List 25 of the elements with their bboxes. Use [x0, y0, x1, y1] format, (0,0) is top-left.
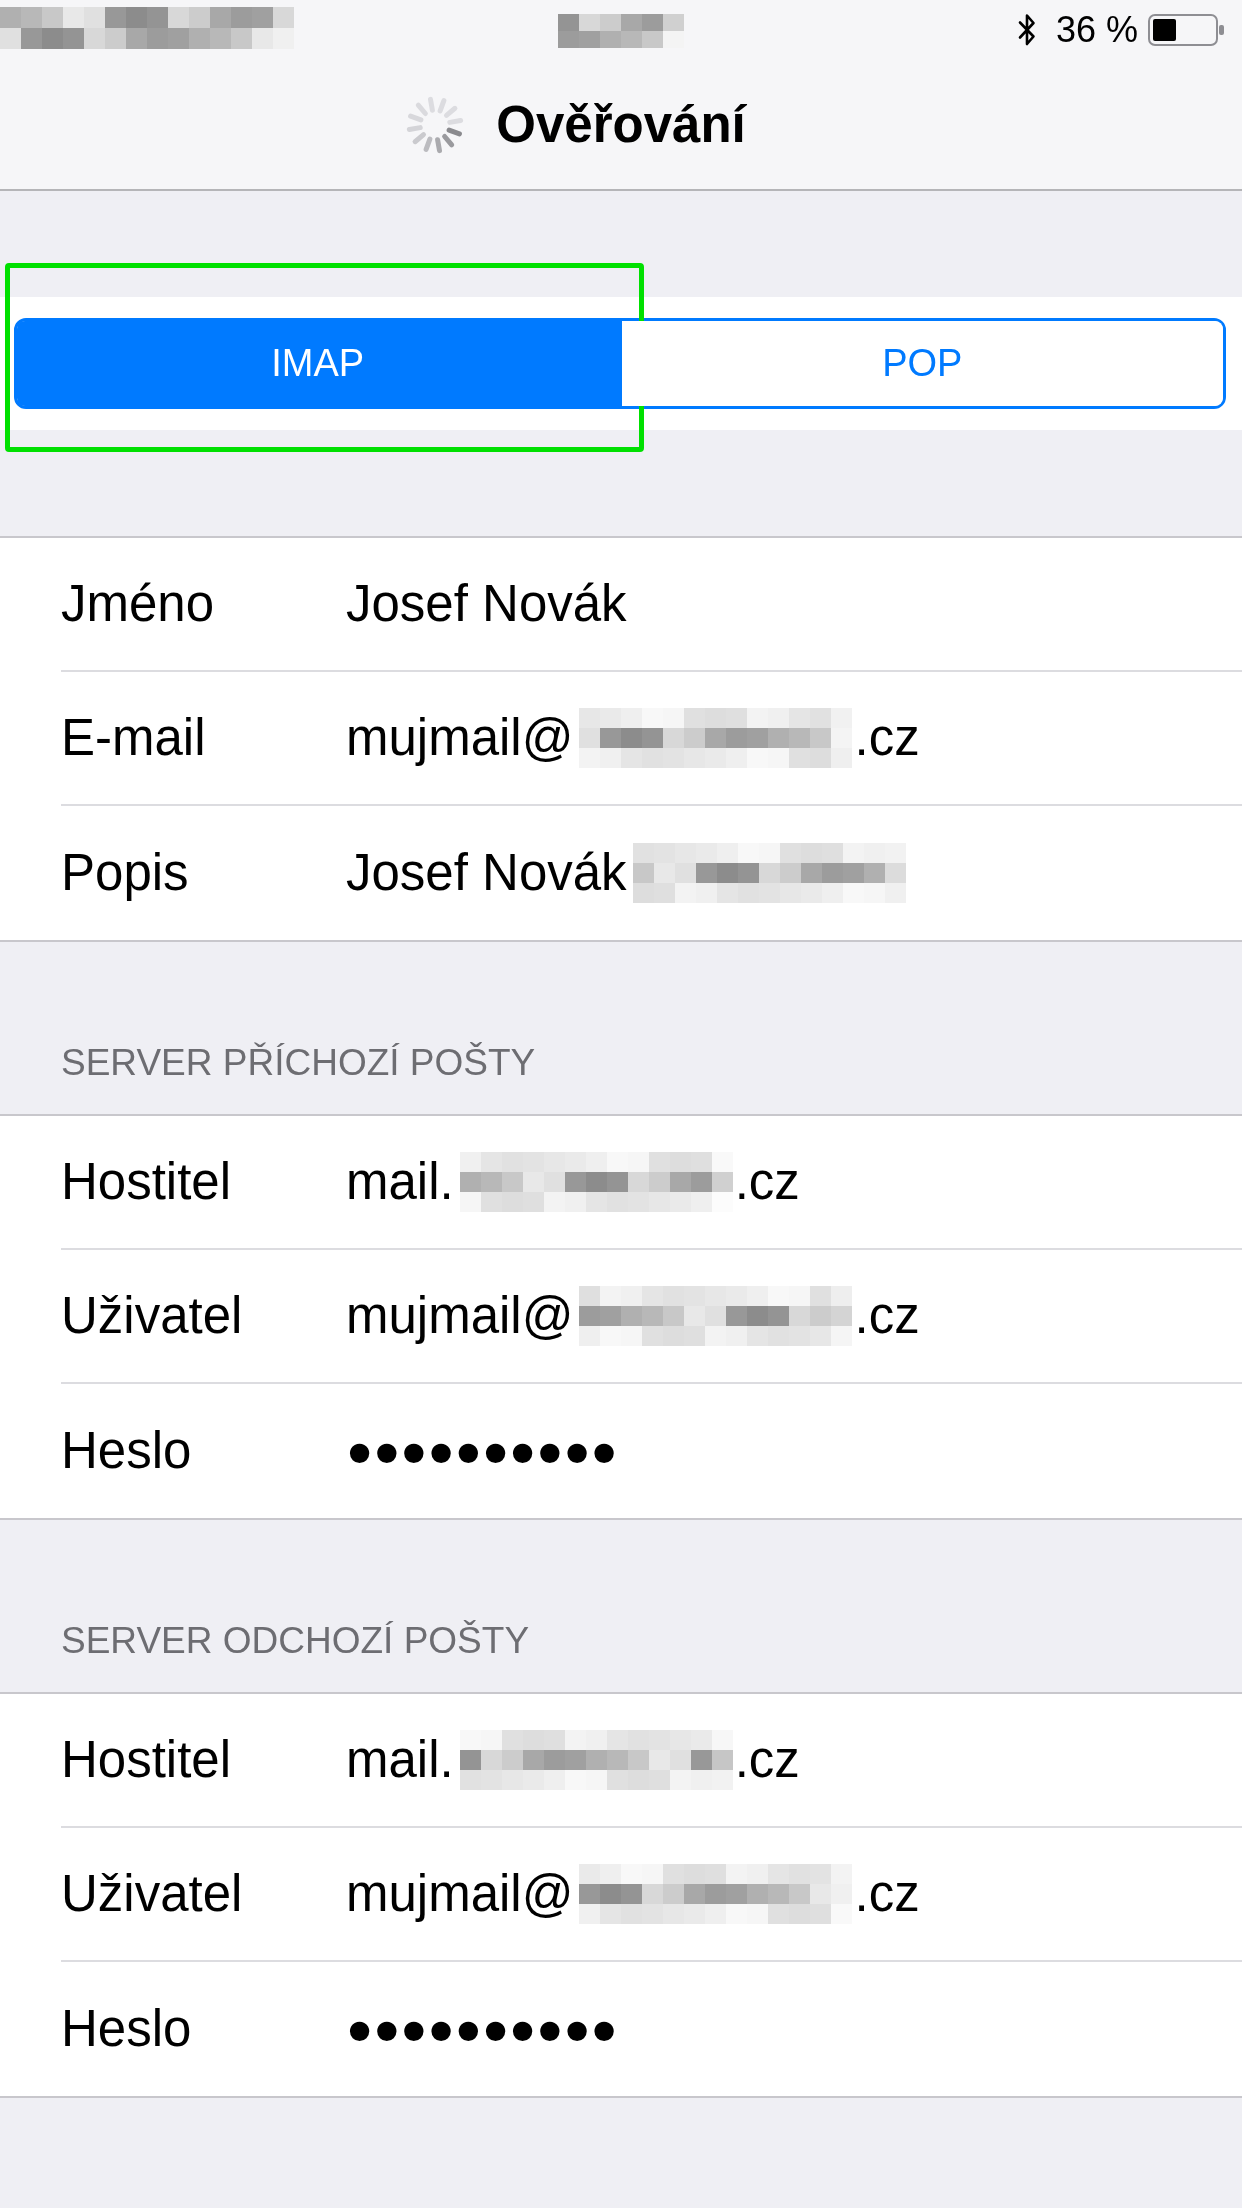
- field-label: Popis: [61, 843, 190, 903]
- section-header: SERVER PŘÍCHOZÍ POŠTY: [61, 1042, 536, 1083]
- section-header: SERVER ODCHOZÍ POŠTY: [61, 1620, 530, 1661]
- password-field[interactable]: ●●●●●●●●●●: [346, 1999, 618, 2059]
- field-label: Hostitel: [61, 1152, 233, 1212]
- password-field[interactable]: ●●●●●●●●●●: [346, 1421, 618, 1481]
- bluetooth-icon: [1017, 13, 1036, 47]
- text-field[interactable]: mujmail@ .cz: [346, 1864, 920, 1924]
- field-label: Uživatel: [61, 1864, 244, 1924]
- text-field[interactable]: mujmail@ .cz: [346, 708, 920, 768]
- text-field[interactable]: mail. .cz: [346, 1152, 800, 1212]
- field-label: Jméno: [61, 574, 216, 634]
- text-field[interactable]: mail. .cz: [346, 1730, 800, 1790]
- screen-title: Ověřování: [496, 94, 746, 155]
- text-field[interactable]: mujmail@ .cz: [346, 1286, 920, 1346]
- field-label: Hostitel: [61, 1730, 233, 1790]
- field-label: Uživatel: [61, 1286, 244, 1346]
- field-label: E-mail: [61, 708, 207, 768]
- battery-percentage: 36 %: [1055, 10, 1138, 50]
- field-label: Heslo: [61, 1999, 193, 2059]
- battery-icon: [1148, 14, 1226, 46]
- text-field[interactable]: Josef Novák: [346, 574, 627, 634]
- field-label: Heslo: [61, 1421, 193, 1481]
- segment-tab[interactable]: IMAP: [17, 321, 619, 406]
- text-field[interactable]: Josef Novák: [346, 843, 908, 903]
